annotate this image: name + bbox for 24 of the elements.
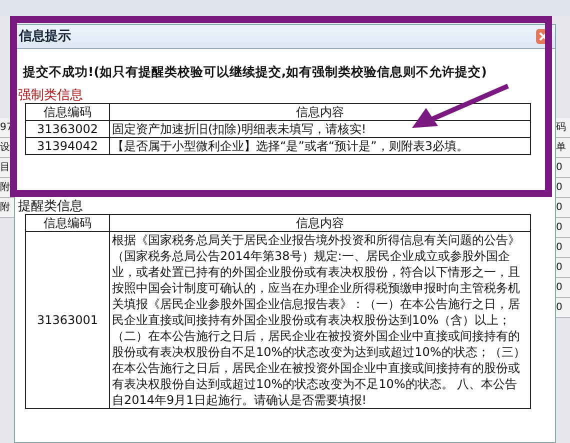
background-cell: 0 <box>556 198 570 218</box>
table-cell: 31394042 <box>26 137 110 154</box>
background-cell: 0 <box>556 258 570 278</box>
error-message: 提交不成功!(如只有提醒类校验可以继续提交,如有强制类校验信息则不允许提交) <box>22 63 488 81</box>
table-cell: 根据《国家税务总局关于居民企业报告境外投资和所得信息有关问题的公告》（国家税务总局公告2014年第38号）规定:一、居民企业成立或参股外国企业，或者处置已持有的外国企业股份或有表决权股份，符合以下情形之一，且按照中国会计制度可确认的，应当在办理企业所得税预缴申报时向主管税务机关填报《居民企业参股外国企业信息报告表》：（一）在本公告施行之日，居民企业直接或间接持有外国企业股份或有表决权股份达到10%（含）以上；（二）在本公告施行之日后，居民企业在被投资外国企业中直接或间接持有的股份或有表决权股份自不足10%的状态改变为达到或超过10%的状态；（三）在本公告施行之日后，居民企业在被投资外国企业中直接或间接持有的股份或有表决权股份自达到或超过10%的状态改变为不足10%的状态。 八、本公告自2014年9月1日起施行。请确认是否需要填报! <box>110 231 530 408</box>
background-cell: 0 <box>556 158 570 178</box>
table-cell: 31363002 <box>26 120 110 138</box>
background-cell: 单 <box>556 138 570 158</box>
column-header: 信息内容 <box>110 103 530 120</box>
table-cell: 【是否属于小型微利企业】选择“是”或者“预计是”，则附表3必填。 <box>110 137 530 154</box>
column-header: 信息编码 <box>26 103 110 120</box>
background-cell: 附 <box>0 198 14 218</box>
background-cell: 0 <box>556 298 570 318</box>
column-header: 信息内容 <box>110 214 530 232</box>
section-title: 强制类信息 <box>18 88 84 103</box>
table-cell: 31363001 <box>26 231 110 408</box>
background-cell: 0 <box>556 178 570 198</box>
background-cell: 码 <box>556 118 570 138</box>
background-cell: 0 <box>556 218 570 238</box>
background-cell: 0 <box>556 238 570 258</box>
section-title: 提醒类信息 <box>18 198 84 214</box>
background-cell: 0 <box>556 278 570 298</box>
column-header: 信息编码 <box>26 214 110 232</box>
window-title: 信息提示 <box>19 28 71 46</box>
